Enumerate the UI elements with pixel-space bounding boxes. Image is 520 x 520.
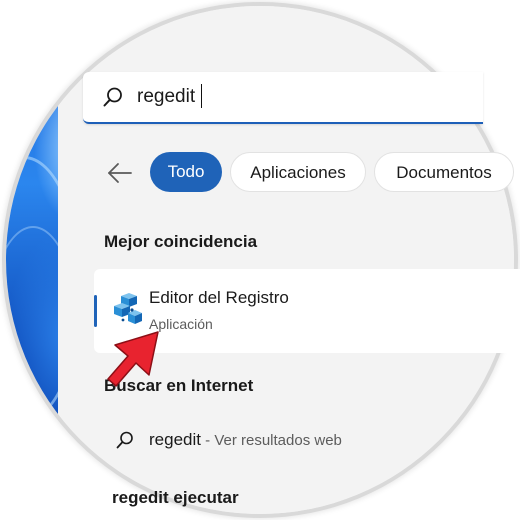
search-query-text: regedit xyxy=(137,86,196,107)
arrow-left-icon[interactable] xyxy=(106,161,134,185)
text-cursor xyxy=(201,84,202,108)
search-icon xyxy=(103,87,122,107)
web-results-hint: - Ver resultados web xyxy=(200,432,342,449)
search-input[interactable]: regedit xyxy=(83,72,483,124)
web-query-text: regedit xyxy=(149,430,201,449)
tab-documentos[interactable]: Documentos xyxy=(374,152,514,192)
search-icon xyxy=(116,431,133,449)
selection-indicator xyxy=(94,295,97,327)
desktop-wallpaper xyxy=(6,6,82,514)
tab-aplicaciones[interactable]: Aplicaciones xyxy=(230,152,366,192)
registry-editor-icon xyxy=(114,293,142,324)
best-match-heading: Mejor coincidencia xyxy=(104,232,258,251)
annotation-arrow-icon xyxy=(107,331,159,387)
app-name: Editor del Registro xyxy=(149,288,289,307)
tab-todo[interactable]: Todo xyxy=(150,152,222,192)
suggestion-heading: regedit ejecutar xyxy=(112,488,239,507)
